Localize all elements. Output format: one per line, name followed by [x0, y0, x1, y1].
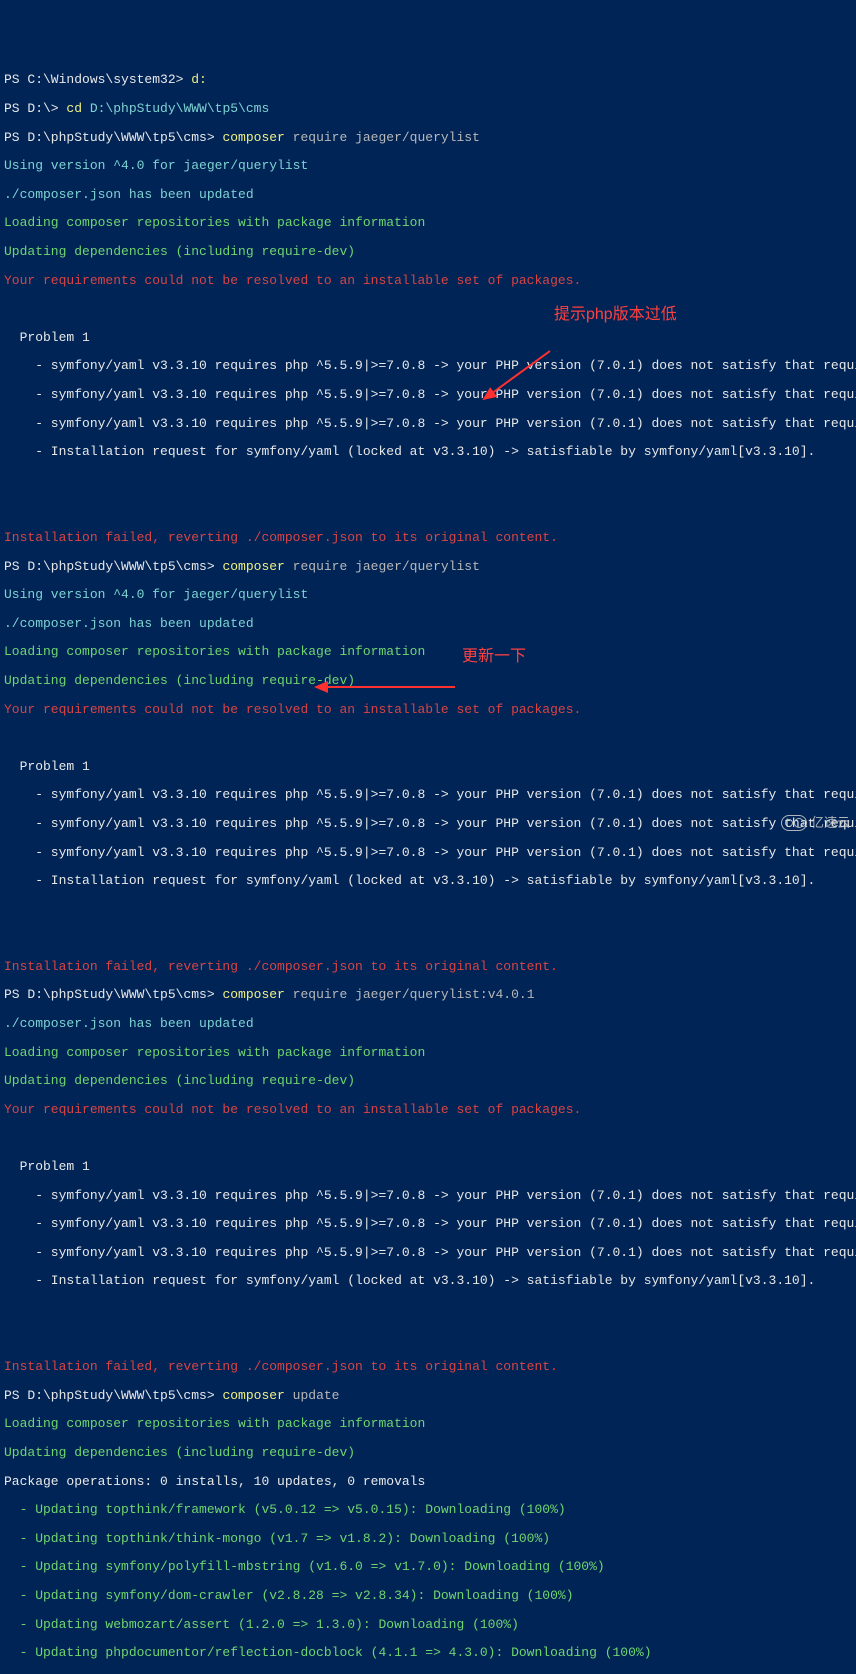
annotation-php-version-low: 提示php版本过低 [554, 306, 677, 324]
output-update-line: - Updating symfony/dom-crawler (v2.8.28 … [4, 1589, 852, 1603]
cloud-icon [781, 815, 807, 831]
output-line: Using version ^4.0 for jaeger/querylist [4, 159, 852, 173]
output-blank [4, 302, 852, 316]
output-line: ./composer.json has been updated [4, 188, 852, 202]
output-error: Installation failed, reverting ./compose… [4, 1360, 852, 1374]
output-error: Your requirements could not be resolved … [4, 274, 852, 288]
prompt[interactable]: PS D:\> [4, 101, 66, 116]
output-error: Installation failed, reverting ./compose… [4, 531, 852, 545]
output-problem-detail: - Installation request for symfony/yaml … [4, 874, 852, 888]
output-line: Updating dependencies (including require… [4, 1074, 852, 1088]
output-problem-header: Problem 1 [4, 331, 852, 345]
output-line: Updating dependencies (including require… [4, 245, 852, 259]
output-line: Loading composer repositories with packa… [4, 1417, 852, 1431]
output-problem-detail: - Installation request for symfony/yaml … [4, 445, 852, 459]
terminal-output: PS C:\Windows\system32> d: PS D:\> cd D:… [0, 57, 856, 1674]
output-problem-detail: - symfony/yaml v3.3.10 requires php ^5.5… [4, 359, 852, 373]
output-line: Updating dependencies (including require… [4, 1446, 852, 1460]
cmd-change-drive: d: [191, 72, 207, 87]
output-line: Using version ^4.0 for jaeger/querylist [4, 588, 852, 602]
cmd-args: require jaeger/querylist [285, 559, 480, 574]
watermark: 亿速云 [781, 815, 850, 831]
cmd-composer: composer [222, 1388, 284, 1403]
cmd-args: update [285, 1388, 340, 1403]
output-update-line: - Updating webmozart/assert (1.2.0 => 1.… [4, 1618, 852, 1632]
output-error: Your requirements could not be resolved … [4, 703, 852, 717]
output-problem-detail: - symfony/yaml v3.3.10 requires php ^5.5… [4, 1189, 852, 1203]
output-problem-detail: - symfony/yaml v3.3.10 requires php ^5.5… [4, 417, 852, 431]
output-line: Loading composer repositories with packa… [4, 1046, 852, 1060]
cmd-args: require jaeger/querylist [285, 130, 480, 145]
output-blank [4, 931, 852, 945]
output-blank [4, 903, 852, 917]
output-problem-detail: - symfony/yaml v3.3.10 requires php ^5.5… [4, 817, 852, 831]
prompt[interactable]: PS D:\phpStudy\WWW\tp5\cms> [4, 987, 222, 1002]
output-update-line: - Updating phpdocumentor/reflection-docb… [4, 1646, 852, 1660]
prompt[interactable]: PS D:\phpStudy\WWW\tp5\cms> [4, 1388, 222, 1403]
cmd-args: require jaeger/querylist:v4.0.1 [285, 987, 535, 1002]
prompt[interactable]: PS C:\Windows\system32> [4, 72, 191, 87]
output-error: Installation failed, reverting ./compose… [4, 960, 852, 974]
output-problem-detail: - Installation request for symfony/yaml … [4, 1274, 852, 1288]
cmd-composer: composer [222, 130, 284, 145]
prompt[interactable]: PS D:\phpStudy\WWW\tp5\cms> [4, 130, 222, 145]
output-line: Loading composer repositories with packa… [4, 645, 852, 659]
output-update-line: - Updating topthink/framework (v5.0.12 =… [4, 1503, 852, 1517]
cmd-cd: cd [66, 101, 89, 116]
output-problem-header: Problem 1 [4, 1160, 852, 1174]
output-update-line: - Updating topthink/think-mongo (v1.7 =>… [4, 1532, 852, 1546]
cmd-cd-path: D:\phpStudy\WWW\tp5\cms [90, 101, 269, 116]
output-problem-detail: - symfony/yaml v3.3.10 requires php ^5.5… [4, 846, 852, 860]
output-error: Your requirements could not be resolved … [4, 1103, 852, 1117]
output-problem-detail: - symfony/yaml v3.3.10 requires php ^5.5… [4, 1246, 852, 1260]
output-line: Loading composer repositories with packa… [4, 216, 852, 230]
output-problem-detail: - symfony/yaml v3.3.10 requires php ^5.5… [4, 788, 852, 802]
output-line: ./composer.json has been updated [4, 1017, 852, 1031]
prompt[interactable]: PS D:\phpStudy\WWW\tp5\cms> [4, 559, 222, 574]
watermark-text: 亿速云 [811, 816, 850, 830]
output-problem-detail: - symfony/yaml v3.3.10 requires php ^5.5… [4, 1217, 852, 1231]
cmd-composer: composer [222, 559, 284, 574]
output-blank [4, 474, 852, 488]
output-blank [4, 502, 852, 516]
output-update-line: - Updating symfony/polyfill-mbstring (v1… [4, 1560, 852, 1574]
output-problem-header: Problem 1 [4, 760, 852, 774]
output-blank [4, 1303, 852, 1317]
output-blank [4, 1131, 852, 1145]
output-blank [4, 1332, 852, 1346]
annotation-update: 更新一下 [462, 648, 526, 666]
output-line: Updating dependencies (including require… [4, 674, 852, 688]
output-line: Package operations: 0 installs, 10 updat… [4, 1475, 852, 1489]
output-problem-detail: - symfony/yaml v3.3.10 requires php ^5.5… [4, 388, 852, 402]
output-line: ./composer.json has been updated [4, 617, 852, 631]
output-blank [4, 731, 852, 745]
cmd-composer: composer [222, 987, 284, 1002]
